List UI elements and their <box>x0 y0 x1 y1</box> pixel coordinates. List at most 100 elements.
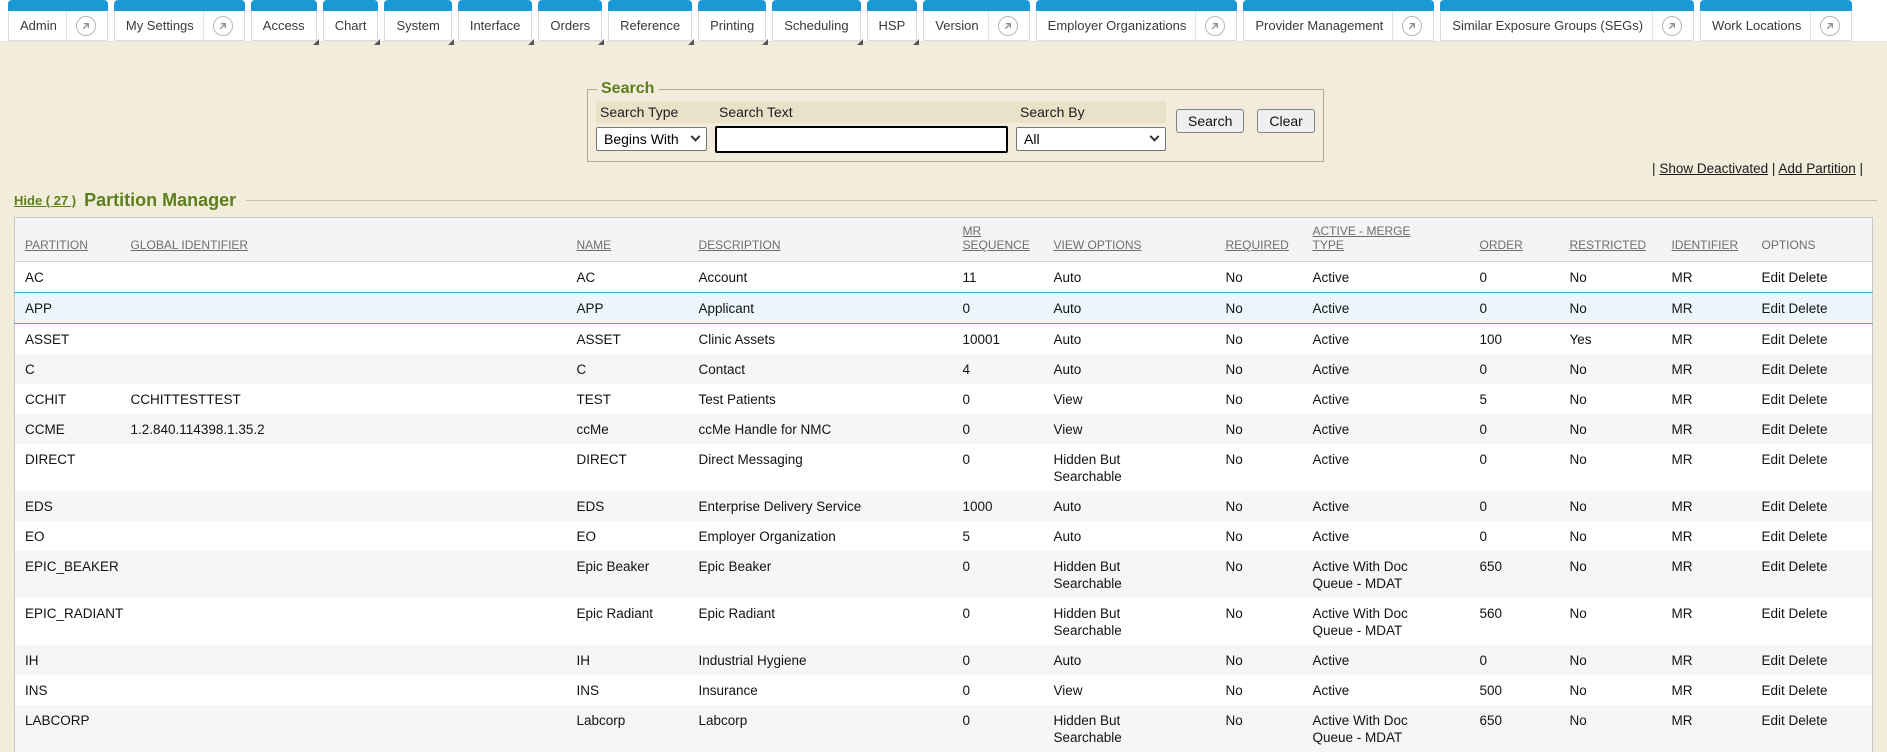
edit-link[interactable]: Edit <box>1762 713 1785 728</box>
delete-link[interactable]: Delete <box>1789 529 1828 544</box>
delete-link[interactable]: Delete <box>1789 683 1828 698</box>
column-header-global_identifier[interactable]: GLOBAL IDENTIFIER <box>121 218 567 262</box>
delete-link[interactable]: Delete <box>1789 452 1828 467</box>
column-header-label[interactable]: MR SEQUENCE <box>963 224 1030 252</box>
column-header-view_options[interactable]: VIEW OPTIONS <box>1044 218 1216 262</box>
delete-link[interactable]: Delete <box>1789 301 1828 316</box>
delete-link[interactable]: Delete <box>1789 270 1828 285</box>
edit-link[interactable]: Edit <box>1762 499 1785 514</box>
open-in-new-icon[interactable] <box>1662 16 1682 36</box>
table-row-direct[interactable]: DIRECTDIRECTDirect Messaging0Hidden But … <box>15 444 1873 491</box>
cell-value: EDS <box>25 499 53 514</box>
open-in-new-icon[interactable] <box>76 16 96 36</box>
column-header-name[interactable]: NAME <box>567 218 689 262</box>
tab-interface[interactable]: Interface <box>458 0 533 41</box>
edit-link[interactable]: Edit <box>1762 422 1785 437</box>
cell-value: EPIC_BEAKER <box>25 559 119 574</box>
table-row-eo[interactable]: EOEOEmployer Organization5AutoNoActive0N… <box>15 521 1873 551</box>
column-header-order[interactable]: ORDER <box>1470 218 1560 262</box>
column-header-label[interactable]: IDENTIFIER <box>1672 238 1739 252</box>
column-header-required[interactable]: REQUIRED <box>1216 218 1303 262</box>
edit-link[interactable]: Edit <box>1762 606 1785 621</box>
search-button[interactable]: Search <box>1176 109 1244 133</box>
column-header-label[interactable]: GLOBAL IDENTIFIER <box>131 238 249 252</box>
edit-link[interactable]: Edit <box>1762 301 1785 316</box>
search-text-input[interactable] <box>715 126 1008 153</box>
delete-link[interactable]: Delete <box>1789 559 1828 574</box>
show-deactivated-link[interactable]: Show Deactivated <box>1659 161 1768 176</box>
edit-link[interactable]: Edit <box>1762 559 1785 574</box>
open-in-new-icon[interactable] <box>1402 16 1422 36</box>
clear-button[interactable]: Clear <box>1257 109 1314 133</box>
table-row-ih[interactable]: IHIHIndustrial Hygiene0AutoNoActive0NoMR… <box>15 645 1873 675</box>
tab-similar-exposure-groups-segs[interactable]: Similar Exposure Groups (SEGs) <box>1440 0 1694 41</box>
table-row-epic-beaker[interactable]: EPIC_BEAKEREpic BeakerEpic Beaker0Hidden… <box>15 551 1873 598</box>
column-header-label[interactable]: NAME <box>577 238 612 252</box>
column-header-label[interactable]: RESTRICTED <box>1570 238 1647 252</box>
table-row-labcorp[interactable]: LABCORPLabcorpLabcorp0Hidden But Searcha… <box>15 705 1873 752</box>
hide-toggle-link[interactable]: Hide ( 27 ) <box>14 193 76 208</box>
column-header-label[interactable]: DESCRIPTION <box>699 238 781 252</box>
tab-printing[interactable]: Printing <box>698 0 766 41</box>
tab-system[interactable]: System <box>384 0 451 41</box>
edit-link[interactable]: Edit <box>1762 683 1785 698</box>
edit-link[interactable]: Edit <box>1762 270 1785 285</box>
open-in-new-icon[interactable] <box>998 16 1018 36</box>
edit-link[interactable]: Edit <box>1762 529 1785 544</box>
table-row-ac[interactable]: ACACAccount11AutoNoActive0NoMREdit Delet… <box>15 262 1873 293</box>
delete-link[interactable]: Delete <box>1789 606 1828 621</box>
column-header-label[interactable]: PARTITION <box>25 238 88 252</box>
search-type-select[interactable]: Begins With <box>596 127 707 151</box>
table-row-epic-radiant[interactable]: EPIC_RADIANTEpic RadiantEpic Radiant0Hid… <box>15 598 1873 645</box>
tab-chart[interactable]: Chart <box>323 0 379 41</box>
delete-link[interactable]: Delete <box>1789 499 1828 514</box>
open-in-new-icon[interactable] <box>213 16 233 36</box>
delete-link[interactable]: Delete <box>1789 392 1828 407</box>
column-header-identifier[interactable]: IDENTIFIER <box>1662 218 1752 262</box>
delete-link[interactable]: Delete <box>1789 362 1828 377</box>
column-header-label[interactable]: VIEW OPTIONS <box>1054 238 1142 252</box>
tab-admin[interactable]: Admin <box>8 0 108 41</box>
table-row-ins[interactable]: INSINSInsurance0ViewNoActive500NoMREdit … <box>15 675 1873 705</box>
tab-orders[interactable]: Orders <box>538 0 602 41</box>
column-header-label[interactable]: ACTIVE - MERGE TYPE <box>1313 224 1411 252</box>
tab-reference[interactable]: Reference <box>608 0 692 41</box>
column-header-label[interactable]: REQUIRED <box>1226 238 1289 252</box>
delete-link[interactable]: Delete <box>1789 332 1828 347</box>
tab-hsp[interactable]: HSP <box>867 0 918 41</box>
tab-employer-organizations[interactable]: Employer Organizations <box>1036 0 1238 41</box>
tab-scheduling[interactable]: Scheduling <box>772 0 860 41</box>
table-row-cchit[interactable]: CCHITCCHITTESTTESTTESTTest Patients0View… <box>15 384 1873 414</box>
table-row-ccme[interactable]: CCME1.2.840.114398.1.35.2ccMeccMe Handle… <box>15 414 1873 444</box>
column-header-active_merge_type[interactable]: ACTIVE - MERGE TYPE <box>1303 218 1470 262</box>
tab-work-locations[interactable]: Work Locations <box>1700 0 1852 41</box>
column-header-partition[interactable]: PARTITION <box>15 218 121 262</box>
table-row-eds[interactable]: EDSEDSEnterprise Delivery Service1000Aut… <box>15 491 1873 521</box>
table-row-c[interactable]: CCContact4AutoNoActive0NoMREdit Delete <box>15 354 1873 384</box>
delete-link[interactable]: Delete <box>1789 653 1828 668</box>
cell-required: No <box>1216 324 1303 355</box>
table-row-app[interactable]: APPAPPApplicant0AutoNoActive0NoMREdit De… <box>15 293 1873 324</box>
dropdown-corner-icon <box>448 39 454 45</box>
open-in-new-icon[interactable] <box>1205 16 1225 36</box>
edit-link[interactable]: Edit <box>1762 452 1785 467</box>
column-header-description[interactable]: DESCRIPTION <box>689 218 953 262</box>
column-header-label[interactable]: ORDER <box>1480 238 1523 252</box>
delete-link[interactable]: Delete <box>1789 422 1828 437</box>
tab-my-settings[interactable]: My Settings <box>114 0 245 41</box>
search-by-select[interactable]: All <box>1016 127 1166 151</box>
cell-value: Active <box>1313 528 1350 545</box>
tab-access[interactable]: Access <box>251 0 317 41</box>
add-partition-link[interactable]: Add Partition <box>1778 161 1855 176</box>
open-in-new-icon[interactable] <box>1820 16 1840 36</box>
table-row-asset[interactable]: ASSETASSETClinic Assets10001AutoNoActive… <box>15 324 1873 355</box>
edit-link[interactable]: Edit <box>1762 653 1785 668</box>
tab-provider-management[interactable]: Provider Management <box>1243 0 1434 41</box>
edit-link[interactable]: Edit <box>1762 362 1785 377</box>
delete-link[interactable]: Delete <box>1789 713 1828 728</box>
tab-version[interactable]: Version <box>923 0 1029 41</box>
edit-link[interactable]: Edit <box>1762 332 1785 347</box>
column-header-restricted[interactable]: RESTRICTED <box>1560 218 1662 262</box>
column-header-mr_sequence[interactable]: MR SEQUENCE <box>953 218 1044 262</box>
edit-link[interactable]: Edit <box>1762 392 1785 407</box>
